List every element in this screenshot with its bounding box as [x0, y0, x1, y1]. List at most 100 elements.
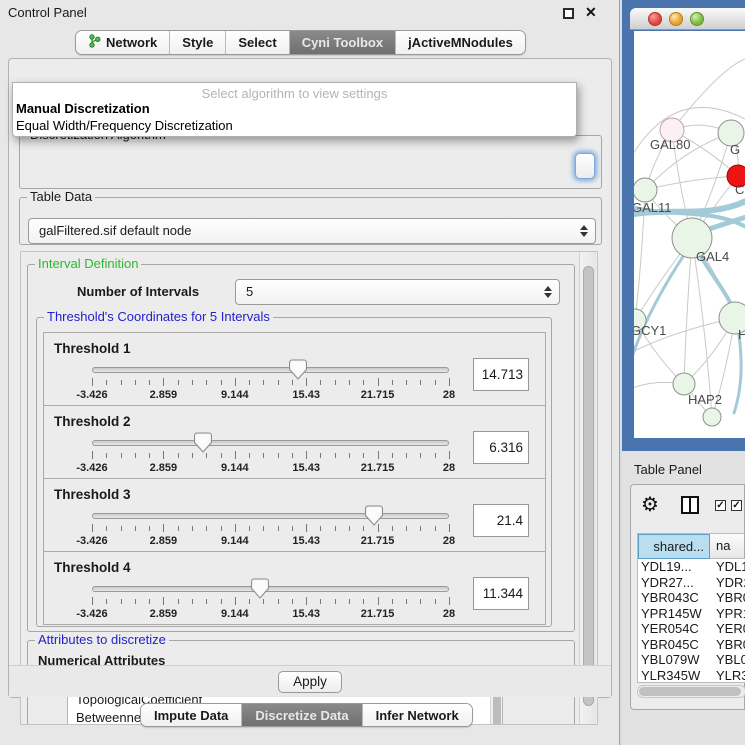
table-row[interactable]: YER054CYER0: [638, 621, 745, 637]
slider-tick: [435, 526, 436, 531]
threshold-slider[interactable]: -3.4262.8599.14415.4321.71528: [92, 580, 449, 624]
tab-network[interactable]: Network: [76, 31, 170, 54]
tab-discretize-data-label: Discretize Data: [255, 708, 348, 723]
slider-tick: [306, 524, 307, 532]
network-node[interactable]: [703, 408, 721, 426]
close-traffic-light-icon[interactable]: [648, 12, 662, 26]
scrollbar-thumb[interactable]: [639, 687, 741, 696]
slider-tick-label: 2.859: [150, 389, 178, 401]
slider-tick: [335, 599, 336, 604]
tab-infer-network[interactable]: Infer Network: [363, 704, 472, 726]
slider-track[interactable]: [92, 586, 449, 592]
table-row[interactable]: YDL19...YDL1: [638, 559, 745, 575]
control-panel-tabbar: Network Style Select Cyni Toolbox jActiv…: [75, 30, 526, 55]
slider-tick: [135, 526, 136, 531]
slider-handle[interactable]: [365, 505, 383, 526]
column-header-name[interactable]: na: [710, 534, 745, 559]
slider-tick: [406, 380, 407, 385]
slider-tick: [221, 526, 222, 531]
slider-tick: [449, 524, 450, 532]
gear-icon[interactable]: ⚙: [641, 492, 659, 517]
table-panel-title: Table Panel: [634, 462, 702, 477]
slider-tick: [278, 380, 279, 385]
slider-track[interactable]: [92, 440, 449, 446]
network-canvas[interactable]: GAL80GCGAL11GAL4GCY1HHAP2: [634, 31, 745, 438]
algorithm-option-equal-width[interactable]: Equal Width/Frequency Discretization: [16, 118, 233, 133]
slider-tick: [106, 526, 107, 531]
network-node[interactable]: [634, 178, 657, 202]
tab-style[interactable]: Style: [170, 31, 226, 54]
tab-cyni-toolbox[interactable]: Cyni Toolbox: [290, 31, 396, 54]
threshold-label: Threshold 4: [54, 560, 131, 575]
slider-tick: [192, 526, 193, 531]
table-toolbar: ⚙ ✓ ✓: [631, 485, 744, 527]
slider-tick: [163, 524, 164, 532]
checkbox-select-icon[interactable]: ✓: [715, 500, 726, 511]
threshold-value-field[interactable]: 14.713: [473, 358, 529, 391]
slider-tick-label: 9.144: [221, 462, 249, 474]
slider-tick: [378, 451, 379, 459]
network-edge[interactable]: [684, 238, 692, 384]
zoom-traffic-light-icon[interactable]: [690, 12, 704, 26]
slider-tick: [363, 526, 364, 531]
network-edge-highlighted[interactable]: [634, 243, 692, 363]
slider-tick: [235, 451, 236, 459]
cell-name: YER0: [710, 621, 745, 637]
minimize-traffic-light-icon[interactable]: [669, 12, 683, 26]
threshold-value-field[interactable]: 6.316: [473, 431, 529, 464]
slider-handle[interactable]: [194, 432, 212, 453]
column-header-shared-name[interactable]: shared...: [638, 534, 710, 559]
threshold-value-field[interactable]: 21.4: [473, 504, 529, 537]
slider-track[interactable]: [92, 513, 449, 519]
slider-tick: [392, 526, 393, 531]
scrollbar-thumb[interactable]: [583, 266, 594, 706]
discretization-algorithm-group: Discretization Algorithm: [19, 135, 602, 189]
slider-tick: [121, 599, 122, 604]
tab-select[interactable]: Select: [226, 31, 289, 54]
network-window-titlebar[interactable]: [630, 8, 745, 30]
algorithm-combobox-stepper[interactable]: [575, 153, 595, 179]
slider-handle[interactable]: [251, 578, 269, 599]
settings-vertical-scrollbar[interactable]: [579, 252, 596, 724]
threshold-slider[interactable]: -3.4262.8599.14415.4321.71528: [92, 361, 449, 405]
float-window-icon[interactable]: [563, 8, 574, 19]
split-columns-icon[interactable]: [681, 496, 699, 514]
checkbox-select-all-icon[interactable]: ✓: [731, 500, 742, 511]
table-row[interactable]: YDR27...YDR2: [638, 575, 745, 591]
slider-tick: [221, 453, 222, 458]
slider-tick: [206, 526, 207, 531]
table-row[interactable]: YBR045CYBR0: [638, 637, 745, 653]
node-label: GAL4: [696, 249, 729, 264]
slider-tick: [206, 599, 207, 604]
threshold-slider[interactable]: -3.4262.8599.14415.4321.71528: [92, 507, 449, 551]
table-row[interactable]: YBL079WYBL0: [638, 652, 745, 668]
tab-impute-data[interactable]: Impute Data: [141, 704, 242, 726]
slider-tick-label: 9.144: [221, 608, 249, 620]
table-horizontal-scrollbar[interactable]: [637, 685, 745, 698]
table-panel-content: ⚙ ✓ ✓ shared... na YDL19...YDL1YDR27...Y…: [630, 484, 745, 710]
slider-tick: [178, 526, 179, 531]
slider-tick-label: 9.144: [221, 389, 249, 401]
table-row[interactable]: YBR043CYBR0: [638, 590, 745, 606]
cell-shared-name: YER054C: [638, 621, 710, 637]
apply-bar: Apply: [9, 665, 611, 697]
threshold-value-field[interactable]: 11.344: [473, 577, 529, 610]
table-data-combobox[interactable]: galFiltered.sif default node: [28, 218, 596, 244]
algorithm-option-manual[interactable]: Manual Discretization: [16, 101, 150, 116]
network-edge[interactable]: [645, 176, 738, 190]
network-edge[interactable]: [672, 59, 745, 130]
number-of-intervals-combobox[interactable]: 5: [235, 279, 560, 305]
table-row[interactable]: YPR145WYPR1: [638, 606, 745, 622]
slider-tick: [420, 599, 421, 604]
slider-tick: [449, 597, 450, 605]
apply-button[interactable]: Apply: [278, 671, 342, 693]
threshold-slider[interactable]: -3.4262.8599.14415.4321.71528: [92, 434, 449, 478]
table-row[interactable]: YLR345WYLR3: [638, 668, 745, 684]
close-icon[interactable]: ✕: [585, 4, 597, 21]
slider-track[interactable]: [92, 367, 449, 373]
table-data-legend: Table Data: [27, 189, 95, 204]
tab-discretize-data[interactable]: Discretize Data: [242, 704, 362, 726]
tab-jactivemnodules[interactable]: jActiveMNodules: [396, 31, 525, 54]
slider-handle[interactable]: [289, 359, 307, 380]
slider-tick: [149, 453, 150, 458]
